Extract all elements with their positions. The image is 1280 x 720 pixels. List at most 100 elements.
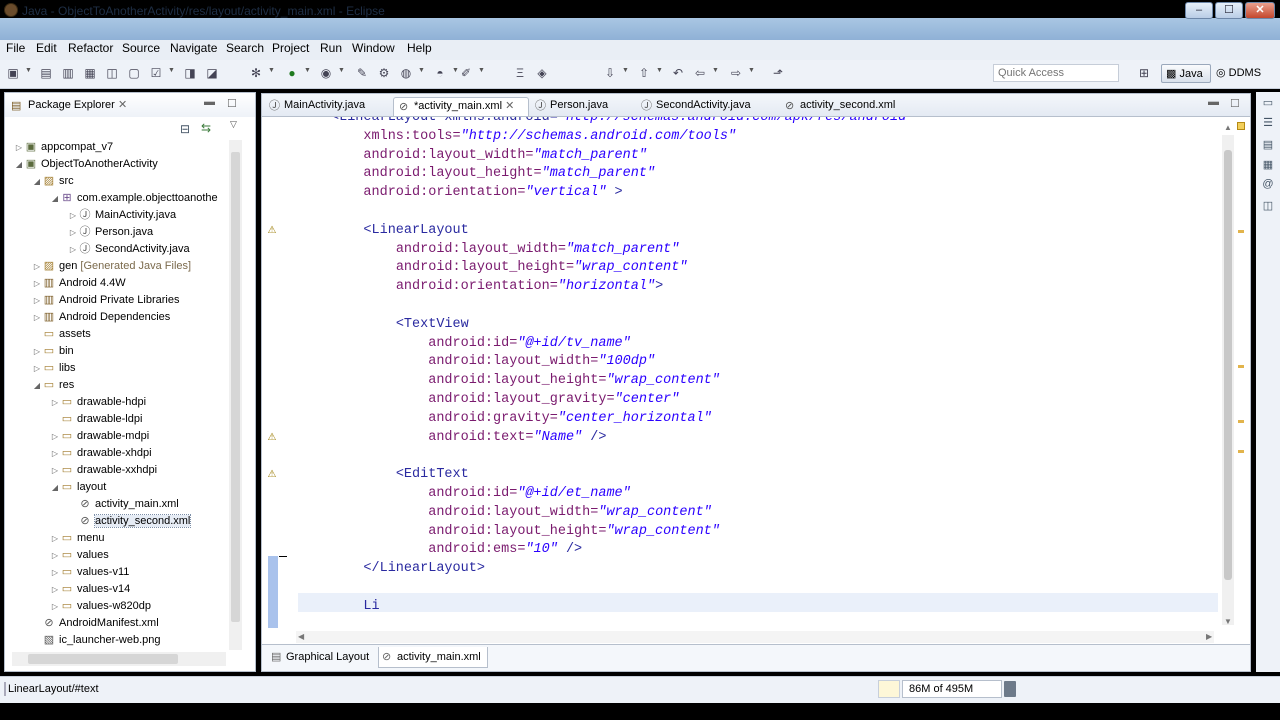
expand-arrow-icon[interactable]: ▷ [32,343,42,360]
link-with-editor-icon[interactable]: ⇆ [201,121,211,135]
overview-warning-mark[interactable] [1238,420,1244,423]
tree-item[interactable]: ◢ ⊞ com.example.objecttoanothe [14,190,228,207]
expand-arrow-icon[interactable]: ▷ [32,292,42,309]
tree-item[interactable]: ▷ Ⓙ SecondActivity.java [14,241,228,258]
tab-activity-main-xml[interactable]: ⊘ *activity_main.xml ✕ [393,97,529,116]
task-list-icon[interactable]: ▤ [1262,138,1274,152]
new-xml-icon[interactable]: ◪ [204,65,220,81]
tree-item[interactable]: ▷ ▥ Android Dependencies [14,309,228,326]
java-perspective-button[interactable]: ▩ Java [1161,64,1211,83]
collapse-arrow-icon[interactable]: ◢ [50,190,60,207]
minimize-button[interactable]: – [1185,2,1213,19]
scroll-down-icon[interactable]: ▼ [1224,617,1232,626]
expand-arrow-icon[interactable]: ▷ [68,207,78,224]
overview-warning-icon[interactable] [1237,122,1245,130]
overview-warning-mark[interactable] [1238,230,1244,233]
tree-item[interactable]: ▷ ▣ appcompat_v7 [14,139,228,156]
collapse-arrow-icon[interactable]: ◢ [14,156,24,173]
expand-arrow-icon[interactable]: ▷ [50,445,60,462]
tree-item[interactable]: ◢ ▭ res [14,377,228,394]
tree-item[interactable]: ▷ ▥ Android 4.4W [14,275,228,292]
maximize-button[interactable]: ☐ [1215,2,1243,19]
warning-icon[interactable]: ⚠ [266,225,278,237]
new-dropdown-icon[interactable]: ▼ [25,67,32,74]
quick-access-input[interactable] [993,64,1119,82]
collapse-all-icon[interactable]: ⊟ [180,122,190,136]
menu-file[interactable]: File [6,41,25,55]
tree-item[interactable]: ▷ ▭ libs [14,360,228,377]
expand-arrow-icon[interactable]: ▷ [50,564,60,581]
collapse-arrow-icon[interactable]: ◢ [32,173,42,190]
tree-item[interactable]: ▷ Ⓙ MainActivity.java [14,207,228,224]
tree-item[interactable]: ▷ ▭ drawable-xxhdpi [14,462,228,479]
expand-arrow-icon[interactable]: ▷ [50,598,60,615]
expand-arrow-icon[interactable]: ▷ [50,394,60,411]
tree-item[interactable]: ⊘ activity_second.xml [14,513,228,530]
toggle-mark-occurrences-icon[interactable]: Ξ [512,65,528,81]
back-dropdown-icon[interactable]: ▼ [712,67,719,74]
javadoc-icon[interactable]: @ [1262,178,1274,192]
run-icon[interactable]: ● [284,65,300,81]
tree-vertical-scrollbar[interactable] [229,140,242,650]
tree-item[interactable]: ◢ ▭ layout [14,479,228,496]
tree-item[interactable]: ⊘ AndroidManifest.xml [14,615,228,632]
avd-manager-icon[interactable]: ▢ [126,65,142,81]
outline-icon[interactable]: ☰ [1262,116,1274,130]
expand-arrow-icon[interactable]: ▷ [32,258,42,275]
tree-item[interactable]: ▷ ▭ bin [14,343,228,360]
open-perspective-icon[interactable]: ⊞ [1136,65,1152,81]
new-package-icon[interactable]: ◍ [398,65,414,81]
lint-check-icon[interactable]: ☑ [148,65,164,81]
tree-item[interactable]: ▷ Ⓙ Person.java [14,224,228,241]
back-icon[interactable]: ⇦ [692,65,708,81]
next-annotation-dropdown-icon[interactable]: ▼ [622,67,629,74]
menu-search[interactable]: Search [226,41,264,55]
editor-horizontal-scrollbar[interactable] [296,631,1214,643]
collapse-arrow-icon[interactable]: ◢ [50,479,60,496]
tree-item[interactable]: ▷ ▭ values-v14 [14,581,228,598]
prev-annotation-dropdown-icon[interactable]: ▼ [656,67,663,74]
close-button[interactable]: ✕ [1245,2,1275,19]
tab-secondactivity-java[interactable]: Ⓙ SecondActivity.java [636,97,776,116]
menu-window[interactable]: Window [352,41,395,55]
expand-arrow-icon[interactable]: ▷ [32,360,42,377]
scroll-right-icon[interactable]: ▶ [1206,632,1212,641]
forward-icon[interactable]: ⇨ [728,65,744,81]
new-class-icon[interactable]: ⚙ [376,65,392,81]
menu-source[interactable]: Source [122,41,160,55]
scroll-left-icon[interactable]: ◀ [298,632,304,641]
tree-item[interactable]: ▷ ▨ gen [Generated Java Files] [14,258,228,275]
save-icon[interactable]: ▤ [38,65,54,81]
ddms-perspective-button[interactable]: ◎ DDMS [1216,66,1261,79]
menu-run[interactable]: Run [320,41,342,55]
editor-minimize-icon[interactable]: ▬ [1208,96,1219,108]
last-edit-icon[interactable]: ↶ [670,65,686,81]
tab-close-icon[interactable]: ✕ [505,100,514,112]
save-all-icon[interactable]: ▥ [60,65,76,81]
warning-icon[interactable]: ⚠ [266,432,278,444]
tree-item[interactable]: ▷ ▭ drawable-hdpi [14,394,228,411]
android-sdk-icon[interactable]: ◫ [104,65,120,81]
tree-vertical-thumb[interactable] [231,152,240,622]
tree-item[interactable]: ▷ ▭ values [14,547,228,564]
lint-dropdown-icon[interactable]: ▼ [168,67,175,74]
expand-arrow-icon[interactable]: ▷ [32,309,42,326]
menu-help[interactable]: Help [407,41,432,55]
tab-mainactivity-java[interactable]: Ⓙ MainActivity.java [264,97,392,116]
build-icon[interactable]: ✎ [354,65,370,81]
tree-item[interactable]: ▭ assets [14,326,228,343]
tab-xml-source[interactable]: ⊘ activity_main.xml [378,647,488,668]
collapse-arrow-icon[interactable]: ◢ [32,377,42,394]
run-dropdown-icon[interactable]: ▼ [304,67,311,74]
search-icon[interactable]: ✐ [458,65,474,81]
expand-arrow-icon[interactable]: ▷ [50,581,60,598]
tree-item[interactable]: ▷ ▭ menu [14,530,228,547]
restore-icon[interactable]: ▭ [1262,96,1274,110]
expand-arrow-icon[interactable]: ▷ [68,224,78,241]
declaration-icon[interactable]: ◫ [1262,199,1274,213]
external-dropdown-icon[interactable]: ▼ [338,67,345,74]
new-package-dropdown-icon[interactable]: ▼ [418,67,425,74]
tab-activity-second-xml[interactable]: ⊘ activity_second.xml [780,97,920,116]
expand-arrow-icon[interactable]: ▷ [50,530,60,547]
external-tools-icon[interactable]: ◉ [318,65,334,81]
